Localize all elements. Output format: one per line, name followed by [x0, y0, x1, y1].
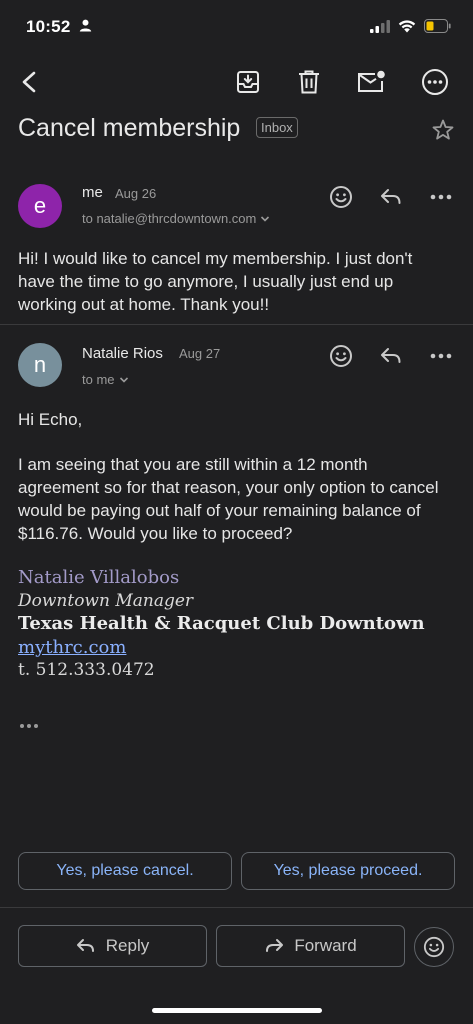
inbox-label[interactable]: Inbox: [256, 117, 298, 138]
sender-avatar[interactable]: n: [18, 343, 62, 387]
reply-button[interactable]: [366, 180, 416, 214]
signature-organization: Texas Health & Racquet Club Downtown: [18, 613, 425, 634]
home-indicator[interactable]: [152, 1008, 322, 1013]
forward-label: Forward: [294, 936, 357, 955]
battery-icon: [424, 19, 451, 38]
star-icon[interactable]: [431, 118, 457, 144]
mark-unread-button[interactable]: [349, 60, 393, 104]
smiley-icon: [330, 345, 352, 367]
signature-title: Downtown Manager: [18, 591, 194, 611]
reply-icon: [381, 348, 401, 363]
email-toolbar: [0, 60, 473, 104]
mail-unread-icon: [358, 70, 385, 92]
recipients-toggle[interactable]: to natalie@thrcdowntown.com: [82, 211, 270, 226]
smiley-icon: [330, 186, 352, 208]
recipients-toggle[interactable]: to me: [82, 372, 129, 387]
delete-button[interactable]: [287, 60, 331, 104]
person-icon: [79, 19, 92, 37]
message-more-button[interactable]: [416, 339, 466, 373]
more-horizontal-icon: [430, 353, 452, 359]
more-options-button[interactable]: [413, 60, 457, 104]
cellular-signal-icon: [370, 19, 390, 38]
archive-button[interactable]: [226, 60, 270, 104]
show-trimmed-content-button[interactable]: [19, 716, 43, 730]
back-button[interactable]: [8, 60, 52, 104]
email-signature: Natalie Villalobos Downtown Manager Texa…: [18, 567, 425, 682]
message-divider: [0, 324, 473, 325]
recipients-text: to me: [82, 372, 115, 387]
chevron-down-icon: [119, 376, 128, 383]
signature-name: Natalie Villalobos: [18, 567, 180, 588]
forward-button[interactable]: Forward: [216, 925, 405, 967]
status-time: 10:52: [26, 17, 71, 36]
forward-icon: [266, 939, 284, 952]
archive-icon: [237, 71, 259, 93]
smart-reply-cancel[interactable]: Yes, please cancel.: [18, 852, 232, 890]
wifi-icon: [398, 19, 416, 38]
smiley-icon: [423, 936, 445, 958]
reply-icon: [76, 939, 94, 952]
reply-button[interactable]: [366, 339, 416, 373]
message-date: Aug 26: [115, 186, 157, 201]
status-bar: 10:52: [0, 0, 473, 54]
subject-row: Cancel membership Inbox: [18, 108, 457, 152]
ellipsis-icon: [20, 724, 38, 728]
emoji-reaction-button[interactable]: [414, 927, 454, 967]
more-horizontal-icon: [430, 194, 452, 200]
reply-all-button[interactable]: Reply: [18, 925, 207, 967]
trash-icon: [299, 70, 319, 94]
sender-avatar[interactable]: e: [18, 184, 62, 228]
message-more-button[interactable]: [416, 180, 466, 214]
sender-name: me: [82, 184, 103, 201]
signature-website-link[interactable]: mythrc.com: [18, 637, 425, 660]
recipients-text: to natalie@thrcdowntown.com: [82, 211, 257, 226]
emoji-reaction-button[interactable]: [316, 339, 366, 373]
smart-reply-proceed[interactable]: Yes, please proceed.: [241, 852, 455, 890]
email-subject: Cancel membership: [18, 114, 241, 142]
reply-label: Reply: [105, 936, 150, 955]
message-greeting: Hi Echo,: [18, 410, 83, 429]
sender-name: Natalie Rios: [82, 345, 163, 362]
chevron-down-icon: [261, 215, 270, 222]
bottom-action-bar: Reply Forward: [0, 925, 473, 969]
more-circle-icon: [422, 69, 448, 95]
signature-phone: t. 512.333.0472: [18, 660, 155, 680]
message-body: I am seeing that you are still within a …: [18, 455, 439, 543]
bottom-divider: [0, 907, 473, 908]
message-body: Hi! I would like to cancel my membership…: [18, 249, 413, 314]
message-actions: [316, 180, 466, 214]
reply-icon: [381, 189, 401, 204]
message-actions: [316, 339, 466, 373]
message-date: Aug 27: [179, 346, 221, 361]
emoji-reaction-button[interactable]: [316, 180, 366, 214]
status-icons: [370, 19, 451, 38]
back-arrow-icon: [22, 71, 36, 93]
